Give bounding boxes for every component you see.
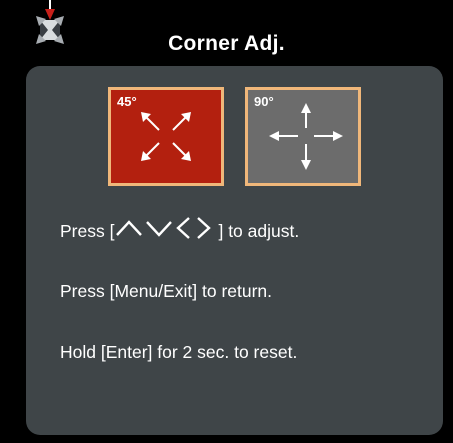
corner-adjust-panel: 45° 90° Press [] to adjust. Press [Menu… [26, 66, 443, 435]
return-instruction: Press [Menu/Exit] to return. [60, 281, 273, 301]
adjust-instruction: Press [ ] to adjust. [60, 216, 300, 247]
adjust-instruction-prefix: Press [ [60, 221, 115, 242]
mode-45-degree-button[interactable]: 45° [108, 87, 224, 186]
left-arrow-icon [176, 217, 191, 239]
up-arrow-icon [116, 220, 143, 236]
diagonal-arrows-icon [141, 112, 191, 161]
adjust-instruction-suffix: ] to adjust. [218, 221, 300, 242]
osd-screen: Corner Adj. 45° 90° Press [] to adjust.… [0, 0, 453, 443]
mode-90-degree-button[interactable]: 90° [245, 87, 361, 186]
right-arrow-icon [197, 217, 212, 239]
cross-arrows-icon [269, 103, 343, 170]
reset-instruction: Hold [Enter] for 2 sec. to reset. [60, 342, 298, 362]
page-title: Corner Adj. [168, 32, 285, 55]
arrow-keys-icons [114, 216, 218, 245]
down-arrow-icon [146, 221, 173, 237]
